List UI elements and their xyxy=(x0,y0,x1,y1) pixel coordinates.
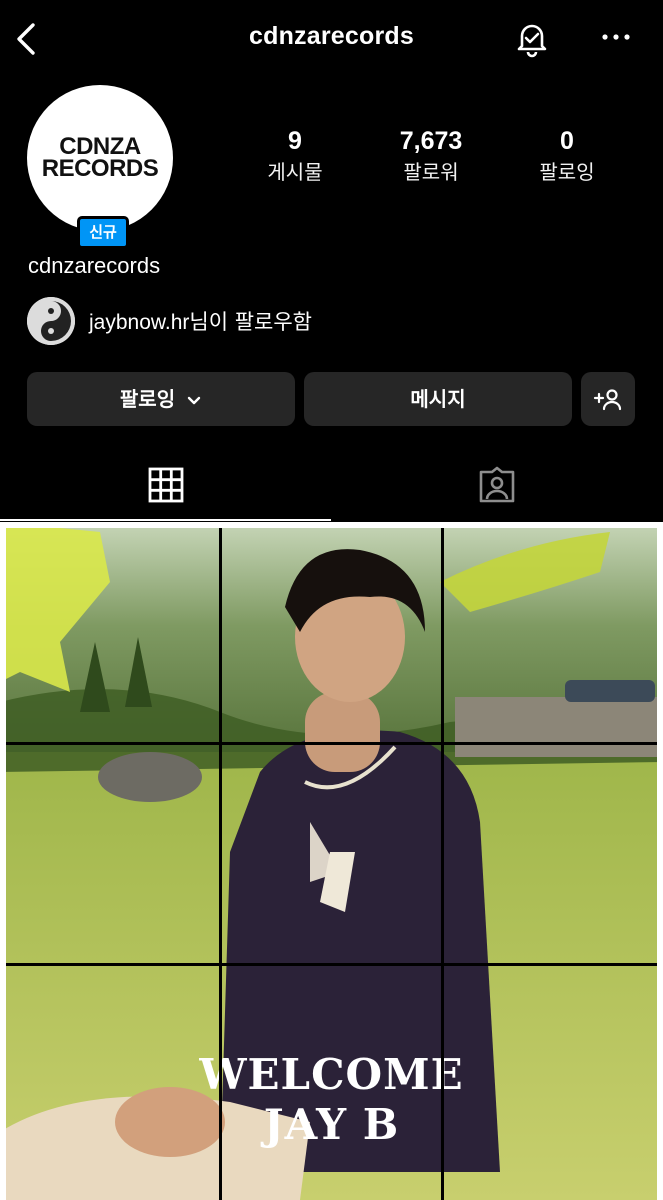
followed-by-text[interactable]: jaybnow.hr님이 팔로우함 xyxy=(89,306,312,336)
stat-followers-label: 팔로워 xyxy=(403,160,459,184)
grid-icon xyxy=(148,467,184,503)
page-title: cdnzarecords xyxy=(249,22,414,50)
stat-posts-label: 게시물 xyxy=(267,160,323,184)
grid-divider xyxy=(0,742,663,745)
post-caption-line1: WELCOME xyxy=(199,1050,464,1099)
add-user-button[interactable] xyxy=(581,372,635,426)
followed-by-suffix: 님이 팔로우함 xyxy=(189,310,313,334)
profile-avatar[interactable]: CDNZA RECORDS xyxy=(27,85,173,231)
tab-tagged[interactable] xyxy=(332,460,663,522)
stat-following[interactable]: 0 팔로잉 xyxy=(497,124,637,186)
add-person-icon xyxy=(593,389,622,411)
message-button[interactable]: 메시지 xyxy=(304,372,572,426)
profile-username: cdnzarecords xyxy=(28,253,161,278)
post-grid[interactable]: WELCOME JAY B xyxy=(0,522,663,1200)
new-badge: 신규 xyxy=(77,216,129,249)
stat-posts[interactable]: 9 게시물 xyxy=(225,124,365,186)
stat-followers[interactable]: 7,673 팔로워 xyxy=(361,124,501,186)
grid-right-border xyxy=(657,522,663,1200)
notifications-button[interactable] xyxy=(512,18,552,58)
stat-following-label: 팔로잉 xyxy=(539,160,595,184)
follower-avatar-image xyxy=(27,297,75,345)
post-caption-line2: JAY B xyxy=(263,1100,400,1149)
more-horizontal-icon xyxy=(602,34,630,40)
avatar-logo-line2: RECORDS xyxy=(41,155,159,182)
message-button-label: 메시지 xyxy=(410,387,466,411)
tagged-person-icon xyxy=(479,466,515,503)
grid-divider xyxy=(219,522,222,1200)
tab-grid[interactable] xyxy=(0,460,331,522)
bell-check-icon xyxy=(517,24,547,58)
following-button-label: 팔로잉 xyxy=(119,387,176,411)
post-photo: WELCOME JAY B xyxy=(0,522,663,1200)
grid-divider xyxy=(441,522,444,1200)
grid-left-border xyxy=(0,522,6,1200)
grid-top-border xyxy=(0,522,663,528)
follower-avatar[interactable] xyxy=(27,297,75,345)
more-options-button[interactable] xyxy=(598,25,634,49)
following-button[interactable]: 팔로잉 xyxy=(27,372,295,426)
stat-followers-value: 7,673 xyxy=(399,127,463,155)
stat-following-value: 0 xyxy=(560,127,574,155)
followed-by-user[interactable]: jaybnow.hr xyxy=(89,311,189,334)
stat-posts-value: 9 xyxy=(288,127,302,155)
grid-divider xyxy=(0,963,663,966)
active-tab-indicator xyxy=(0,519,331,521)
chevron-down-icon xyxy=(187,396,201,404)
